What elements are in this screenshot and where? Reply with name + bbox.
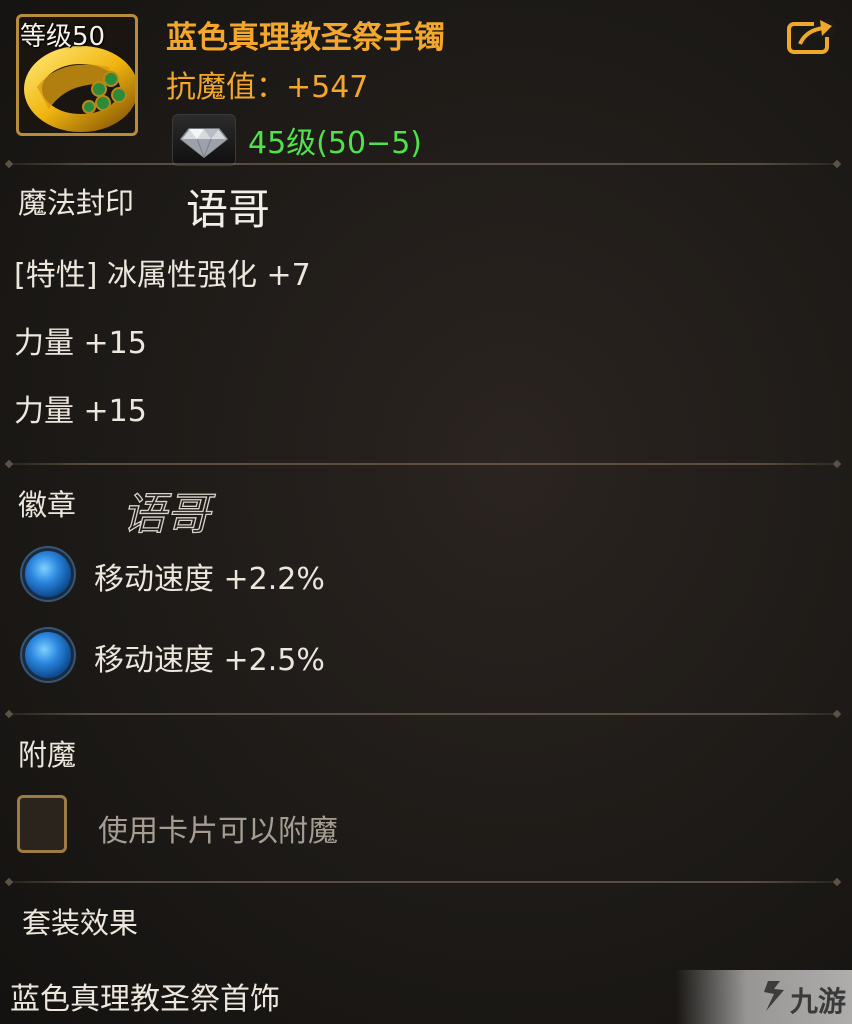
emblem-stat: 移动速度 +2.2% [94,562,325,597]
stat-line: 力量 +15 [14,326,147,361]
emblem-orb-icon [25,632,71,678]
logo-text: 九游 [790,985,847,1018]
gem-level: 45级(50−5) [248,126,422,161]
emblem-orb-icon [25,551,71,597]
divider [6,713,840,715]
section-title-set-effect: 套装效果 [22,906,139,940]
watermark-text: 语哥 [121,488,210,540]
enchant-card-slot[interactable] [17,795,67,853]
set-name: 蓝色真理教圣祭首饰 [10,982,280,1017]
level-badge: 等级50 [20,22,106,52]
magic-resist-value: 抗魔值：+547 [166,70,369,105]
section-title-magic-seal: 魔法封印 [18,186,135,220]
jiuyou-logo-icon [760,978,788,1014]
item-name: 蓝色真理教圣祭手镯 [166,20,445,56]
enchant-hint: 使用卡片可以附魔 [98,814,338,849]
diamond-icon [179,128,229,158]
gem-slot[interactable] [172,114,236,166]
section-title-emblem: 徽章 [18,488,77,522]
trait-stat: [特性] 冰属性强化 +7 [14,258,311,293]
divider [6,463,840,465]
section-title-enchant: 附魔 [18,738,77,772]
divider [6,163,840,165]
emblem-stat: 移动速度 +2.5% [94,643,325,678]
divider [6,881,840,883]
share-button[interactable] [786,16,836,56]
watermark-text: 语哥 [186,185,271,234]
stat-line: 力量 +15 [14,394,147,429]
share-icon [787,19,834,54]
